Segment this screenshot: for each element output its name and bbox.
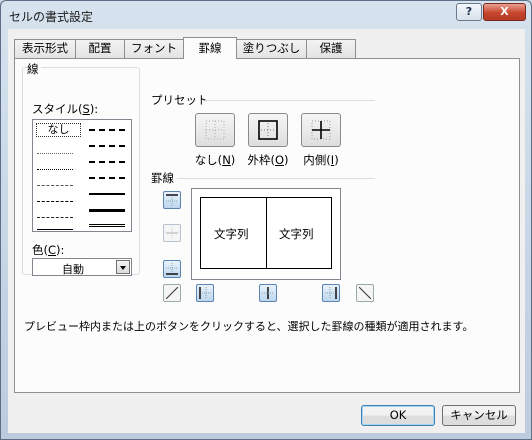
tab-border[interactable]: 罫線 — [183, 37, 237, 59]
line-style-dash-dot-dot[interactable] — [37, 185, 73, 186]
preview-inside-vertical — [266, 197, 267, 269]
border-inside-horizontal-icon — [166, 227, 178, 239]
line-style-dash-dot[interactable] — [37, 201, 73, 202]
border-inside-horizontal-button[interactable] — [163, 224, 181, 242]
preset-outline-button[interactable] — [248, 113, 288, 147]
preset-outline-label: 外枠(O) — [247, 153, 289, 167]
dialog-title: セルの書式設定 — [9, 10, 94, 24]
preset-inside-button[interactable] — [301, 113, 341, 147]
diagonal-down-icon — [359, 287, 371, 299]
preset-inside-label: 内側(I) — [303, 153, 339, 167]
border-top-icon — [166, 194, 178, 206]
border-bottom-button[interactable] — [163, 260, 181, 278]
border-diagonal-up-button[interactable] — [163, 284, 181, 302]
title-bar[interactable]: セルの書式設定 ? X — [1, 1, 531, 29]
line-style-double[interactable] — [89, 224, 125, 227]
dialog-body: 表示形式 配置 フォント 罫線 塗りつぶし 保護 線 スタイル(S): なし 色… — [8, 29, 525, 433]
tab-number-format[interactable]: 表示形式 — [14, 39, 76, 58]
line-style-list[interactable]: なし — [32, 119, 132, 232]
border-inside-vertical-icon — [262, 287, 274, 299]
tab-alignment[interactable]: 配置 — [75, 39, 125, 58]
line-style-thin[interactable] — [37, 229, 73, 230]
tab-protection[interactable]: 保護 — [306, 39, 356, 58]
border-diagonal-down-button[interactable] — [356, 284, 374, 302]
line-style-medium-dashed[interactable] — [89, 177, 125, 179]
line-style-dashed[interactable] — [37, 217, 73, 218]
border-separator — [177, 178, 375, 179]
color-label: 色(C): — [32, 243, 65, 257]
cancel-button[interactable]: キャンセル — [442, 405, 516, 426]
line-style-thick[interactable] — [89, 209, 125, 212]
help-button[interactable]: ? — [456, 3, 482, 21]
line-style-medium[interactable] — [89, 193, 125, 195]
preset-inside-icon — [311, 120, 331, 140]
border-group-label: 罫線 — [151, 170, 176, 186]
border-top-button[interactable] — [163, 191, 181, 209]
line-style-slanted-dash-dot[interactable] — [89, 145, 125, 147]
line-style-none[interactable]: なし — [36, 123, 81, 137]
border-right-icon — [325, 287, 337, 299]
format-cells-dialog: セルの書式設定 ? X 表示形式 配置 フォント 罫線 塗りつぶし 保護 線 ス… — [0, 0, 532, 440]
line-style-dotted[interactable] — [37, 169, 73, 170]
preset-none-button[interactable] — [195, 113, 235, 147]
border-right-button[interactable] — [322, 284, 340, 302]
border-left-icon — [199, 287, 211, 299]
line-color-select[interactable]: 自動 — [32, 258, 132, 276]
close-button[interactable]: X — [483, 3, 526, 21]
border-preview[interactable]: 文字列 文字列 — [191, 188, 341, 280]
presets-separator — [205, 100, 375, 101]
border-inside-vertical-button[interactable] — [259, 284, 277, 302]
border-description: プレビュー枠内または上のボタンをクリックすると、選択した罫線の種類が適用されます… — [24, 320, 474, 333]
preset-none-label: なし(N) — [194, 153, 236, 167]
line-color-value: 自動 — [62, 263, 84, 276]
ok-button[interactable]: OK — [361, 405, 435, 426]
tab-font[interactable]: フォント — [124, 39, 184, 58]
border-tab-panel: 線 スタイル(S): なし 色(C): 自動 プリセット なし(N) 外枠(O)… — [14, 58, 520, 393]
style-label: スタイル(S): — [32, 102, 99, 116]
presets-label: プリセット — [151, 92, 211, 108]
preset-outline-icon — [258, 120, 278, 140]
tab-fill[interactable]: 塗りつぶし — [236, 39, 307, 58]
line-style-medium-dash-dot-dot[interactable] — [89, 129, 125, 131]
line-style-hair[interactable] — [37, 153, 73, 154]
chevron-down-icon[interactable] — [116, 260, 130, 274]
preview-cell-left: 文字列 — [214, 227, 249, 241]
line-group-label: 線 — [27, 61, 41, 77]
border-bottom-icon — [166, 263, 178, 275]
preset-none-icon — [205, 120, 225, 140]
preview-cell-right: 文字列 — [279, 227, 314, 241]
line-style-medium-dash-dot[interactable] — [89, 161, 125, 163]
diagonal-up-icon — [166, 287, 178, 299]
border-left-button[interactable] — [196, 284, 214, 302]
